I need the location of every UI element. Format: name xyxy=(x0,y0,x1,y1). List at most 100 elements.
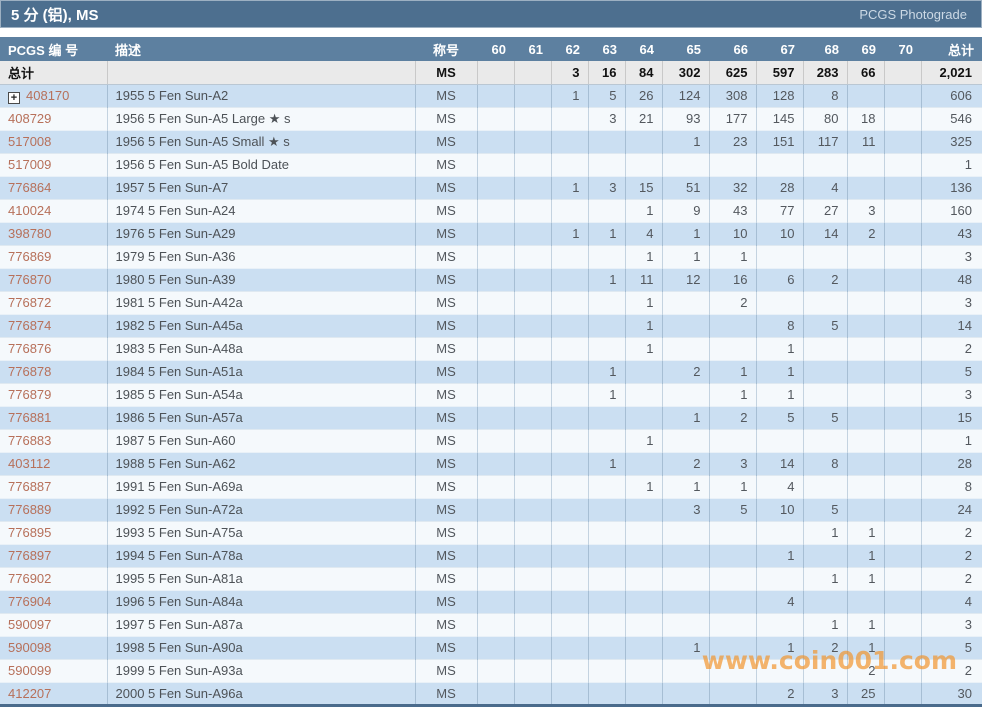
table-row: 776895 1993 5 Fen Sun-A75a MS 1 1 2 xyxy=(0,520,982,544)
pcgs-number-link[interactable]: 403112 xyxy=(8,456,50,471)
grade-67-cell: 5 xyxy=(756,405,804,429)
pcgs-number-link[interactable]: 776874 xyxy=(8,318,51,333)
grade-60-cell xyxy=(477,290,515,314)
pcgs-number-link[interactable]: 776881 xyxy=(8,410,51,425)
table-row: +408170 1955 5 Fen Sun-A2 MS 1 5 26 124 308 128 8… xyxy=(0,83,982,107)
pcgs-number-link[interactable]: 776864 xyxy=(8,180,51,195)
grade-70-cell xyxy=(884,83,922,107)
pcgs-number-link[interactable]: 590099 xyxy=(8,663,51,678)
grade-63-cell: 5 xyxy=(588,83,626,107)
pcgs-number-link[interactable]: 776887 xyxy=(8,479,51,494)
grade-63-cell: 3 xyxy=(588,106,626,130)
table-row: 590098 1998 5 Fen Sun-A90a MS 1 1 2 1 5 xyxy=(0,635,982,659)
pcgs-number-link[interactable]: 412207 xyxy=(8,686,51,701)
pcgs-number-link[interactable]: 408170 xyxy=(26,88,69,103)
pcgs-number-link[interactable]: 776895 xyxy=(8,525,51,540)
grade-60-cell xyxy=(477,198,515,222)
grade-62-cell xyxy=(551,474,589,498)
grade-66-cell xyxy=(709,635,757,659)
pcgs-number-link[interactable]: 517008 xyxy=(8,134,51,149)
pcgs-number-link[interactable]: 776897 xyxy=(8,548,51,563)
table-row: 408729 1956 5 Fen Sun-A5 Large ★ s MS 3 21 93… xyxy=(0,106,982,130)
pcgs-number-link[interactable]: 776889 xyxy=(8,502,51,517)
pcgs-number-cell: 776874 xyxy=(0,313,108,337)
pcgs-number-link[interactable]: 776872 xyxy=(8,295,51,310)
grade-70-cell xyxy=(884,589,922,613)
pcgs-number-link[interactable]: 590097 xyxy=(8,617,51,632)
pcgs-number-cell: 776902 xyxy=(0,566,108,590)
grade-69-cell: 11 xyxy=(847,129,885,153)
pcgs-number-link[interactable]: 590098 xyxy=(8,640,51,655)
photograde-link[interactable]: PCGS Photograde xyxy=(859,7,967,22)
grade-69-cell xyxy=(847,152,885,176)
grade-60-cell xyxy=(477,658,515,682)
pcgs-number-link[interactable]: 776878 xyxy=(8,364,51,379)
grade-62-cell xyxy=(551,106,589,130)
description-cell: 1956 5 Fen Sun-A5 Small ★ s xyxy=(107,129,416,153)
grade-62-cell xyxy=(551,681,589,705)
pcgs-number-cell: 412207 xyxy=(0,681,108,705)
grade-68-cell xyxy=(803,474,848,498)
pcgs-number-link[interactable]: 398780 xyxy=(8,226,51,241)
pcgs-number-link[interactable]: 776883 xyxy=(8,433,51,448)
grade-60-cell xyxy=(477,221,515,245)
grade-70-cell xyxy=(884,129,922,153)
table-row: 776876 1983 5 Fen Sun-A48a MS 1 1 2 xyxy=(0,336,982,360)
grade-65-cell: 124 xyxy=(662,83,710,107)
row-total-cell: 28 xyxy=(921,451,982,475)
grade-62-cell xyxy=(551,382,589,406)
expand-plus-icon[interactable]: + xyxy=(8,91,20,104)
grade-60-cell xyxy=(477,359,515,383)
grade-64-cell: 21 xyxy=(625,106,663,130)
grade-65-cell: 1 xyxy=(662,474,710,498)
grade-60-cell xyxy=(477,589,515,613)
description-cell: 1982 5 Fen Sun-A45a xyxy=(107,313,416,337)
designation-cell: MS xyxy=(415,359,478,383)
pcgs-number-link[interactable]: 776869 xyxy=(8,249,51,264)
grade-66-cell: 10 xyxy=(709,221,757,245)
grade-68-cell xyxy=(803,359,848,383)
pcgs-number-link[interactable]: 776904 xyxy=(8,594,51,609)
grade-70-cell xyxy=(884,313,922,337)
grade-61-cell xyxy=(514,589,552,613)
pcgs-number-cell: +408170 xyxy=(0,83,108,107)
column-header-g65: 65 xyxy=(662,37,709,61)
grade-70-cell xyxy=(884,244,922,268)
row-total-cell: 43 xyxy=(921,221,982,245)
pcgs-number-link[interactable]: 410024 xyxy=(8,203,51,218)
grade-67-cell: 2 xyxy=(756,681,804,705)
pcgs-number-link[interactable]: 776879 xyxy=(8,387,51,402)
grade-68-cell: 117 xyxy=(803,129,848,153)
grade-61-cell xyxy=(514,175,552,199)
column-header-pcgs: PCGS 编 号 xyxy=(0,37,107,61)
totals-grade-67: 597 xyxy=(756,61,804,85)
grade-61-cell xyxy=(514,244,552,268)
description-cell: 1983 5 Fen Sun-A48a xyxy=(107,336,416,360)
grade-69-cell: 18 xyxy=(847,106,885,130)
column-header-desc: 描述 xyxy=(107,37,415,61)
population-report-page: 5 分 (铝), MS PCGS Photograde PCGS 编 号描述 称号… xyxy=(0,0,982,709)
grade-63-cell xyxy=(588,612,626,636)
grade-62-cell xyxy=(551,451,589,475)
grade-70-cell xyxy=(884,359,922,383)
grade-70-cell xyxy=(884,175,922,199)
row-total-cell: 2 xyxy=(921,336,982,360)
pcgs-number-link[interactable]: 776870 xyxy=(8,272,51,287)
grade-63-cell xyxy=(588,152,626,176)
column-header-g63: 63 xyxy=(588,37,625,61)
grade-67-cell: 4 xyxy=(756,589,804,613)
grade-69-cell xyxy=(847,267,885,291)
row-total-cell: 4 xyxy=(921,589,982,613)
designation-cell: MS xyxy=(415,497,478,521)
pcgs-number-link[interactable]: 776876 xyxy=(8,341,51,356)
grade-68-cell xyxy=(803,152,848,176)
grade-68-cell xyxy=(803,589,848,613)
grade-63-cell xyxy=(588,520,626,544)
pcgs-number-link[interactable]: 776902 xyxy=(8,571,51,586)
pcgs-number-link[interactable]: 408729 xyxy=(8,111,51,126)
grade-62-cell xyxy=(551,290,589,314)
grade-62-cell xyxy=(551,497,589,521)
pcgs-number-link[interactable]: 517009 xyxy=(8,157,51,172)
grade-62-cell xyxy=(551,129,589,153)
row-total-cell: 2 xyxy=(921,566,982,590)
